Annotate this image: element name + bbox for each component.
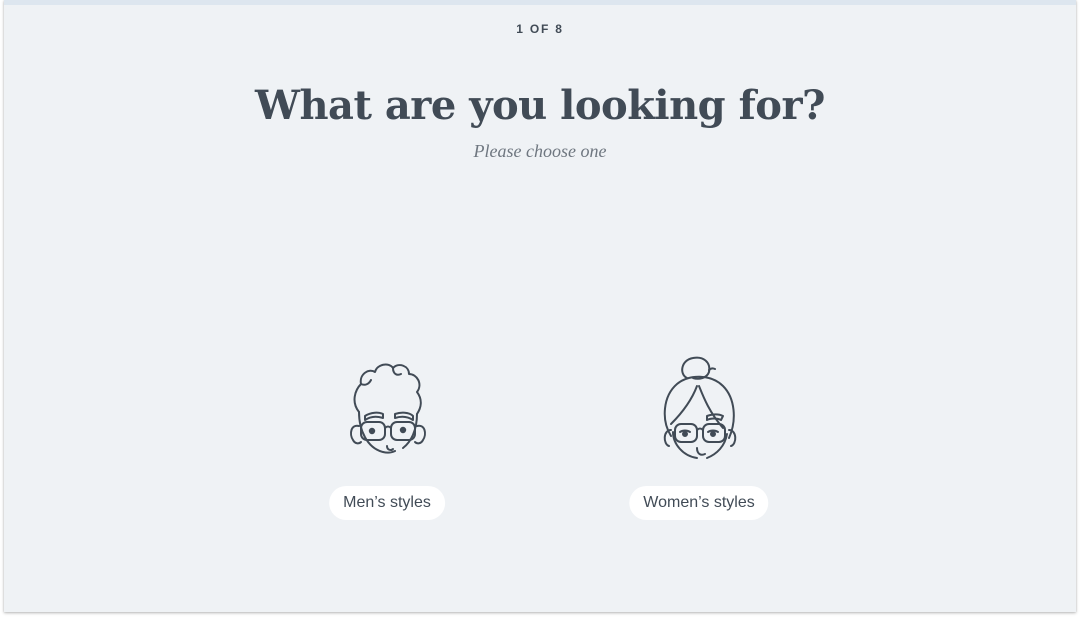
mens-styles-option[interactable]: Men’s styles — [277, 340, 497, 540]
progress-bar — [4, 0, 1076, 5]
page-title: What are you looking for? — [255, 82, 825, 129]
man-with-glasses-icon — [350, 363, 426, 454]
womens-styles-button[interactable]: Women’s styles — [629, 486, 769, 520]
progress-bar-fill — [4, 0, 138, 5]
quiz-page: 1 OF 8 What are you looking for? Please … — [4, 0, 1076, 612]
womens-styles-option[interactable]: Women’s styles — [589, 340, 809, 540]
mens-styles-button[interactable]: Men’s styles — [329, 486, 445, 520]
step-counter: 1 OF 8 — [516, 22, 564, 36]
page-subtitle: Please choose one — [473, 141, 607, 161]
woman-with-glasses-icon — [663, 356, 737, 459]
